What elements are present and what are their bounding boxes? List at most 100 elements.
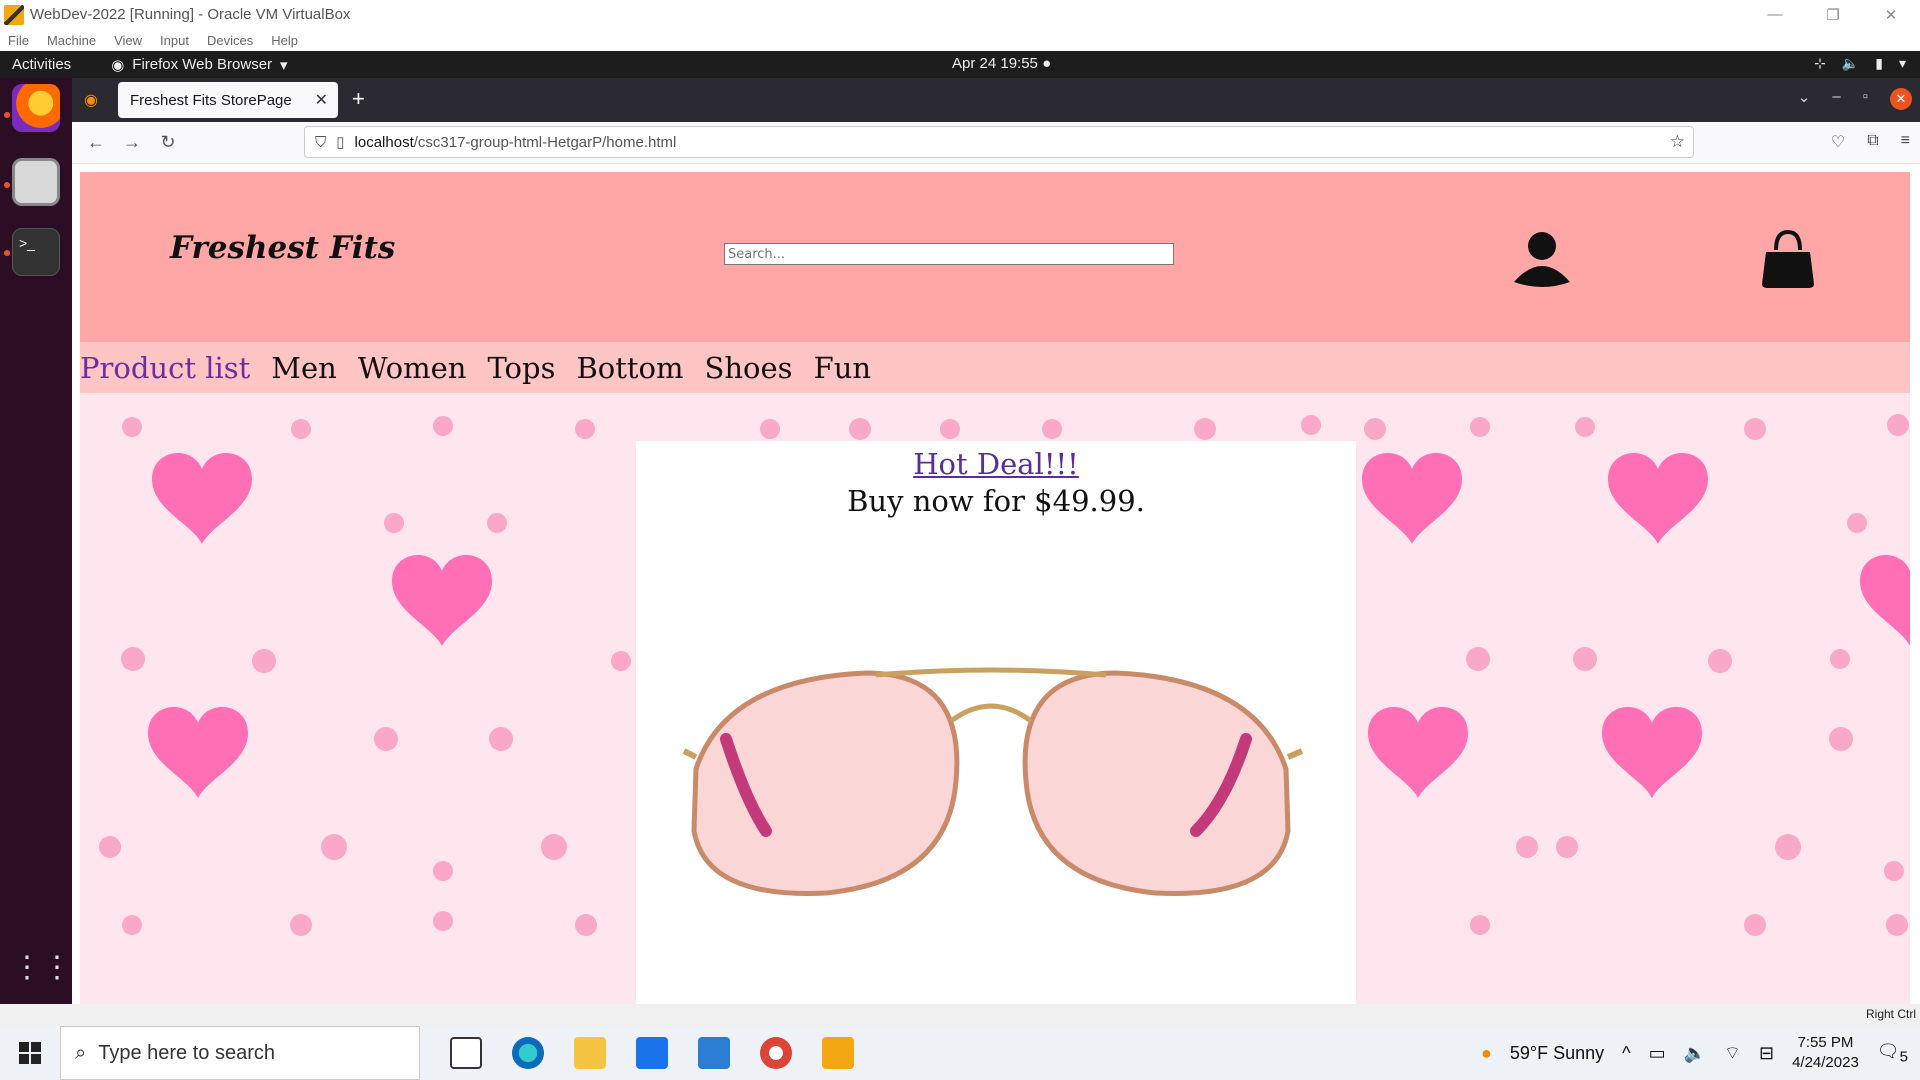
extensions-icon[interactable]: ⧉ xyxy=(1867,132,1878,152)
virtualbox-taskbar-icon[interactable] xyxy=(822,1037,854,1069)
nav-product-list[interactable]: Product list xyxy=(80,351,250,385)
window-title: WebDev-2022 [Running] - Oracle VM Virtua… xyxy=(30,6,351,23)
activities-button[interactable]: Activities xyxy=(12,56,71,73)
volume-icon[interactable]: 🔈 xyxy=(1684,1043,1706,1064)
weather-sun-icon: ● xyxy=(1481,1042,1492,1063)
close-button[interactable]: ✕ xyxy=(1862,0,1920,29)
close-window-icon[interactable]: ✕ xyxy=(1890,88,1912,110)
keyboard-icon[interactable]: ⊟ xyxy=(1759,1043,1774,1064)
weather-label[interactable]: 59°F Sunny xyxy=(1510,1043,1604,1064)
windows-tray: ● 59°F Sunny ^ ▭ 🔈 ⌔ ⊟ 7:55 PM 4/24/2023… xyxy=(1481,1026,1908,1080)
nav-bottom[interactable]: Bottom xyxy=(576,351,683,385)
files-icon[interactable] xyxy=(12,158,60,206)
windows-logo-icon xyxy=(19,1042,41,1064)
hot-deal-card: Hot Deal!!! Buy now for $49.99. xyxy=(636,441,1356,1004)
taskbar-main: ⌕ Type here to search ● 59°F Sunny ^ ▭ 🔈… xyxy=(0,1026,1920,1080)
nav-men[interactable]: Men xyxy=(271,351,337,385)
site-header: Freshest Fits xyxy=(80,172,1910,342)
url-path: /csc317-group-html-HetgarP/home.html xyxy=(413,133,677,151)
web-page: Freshest Fits Product list Men Women Top… xyxy=(80,172,1910,1004)
tab-bar: ◉ Freshest Fits StorePage ✕ + ⌄ – ▫ ✕ xyxy=(72,78,1920,122)
chevron-down-icon: ▾ xyxy=(1898,55,1906,71)
menu-input[interactable]: Input xyxy=(160,33,189,48)
clock[interactable]: Apr 24 19:55 ● xyxy=(952,55,1051,72)
pinned-apps xyxy=(450,1037,854,1069)
taskbar-date: 4/24/2023 xyxy=(1792,1054,1859,1071)
restore-button[interactable]: ❐ xyxy=(1804,0,1862,29)
hero-background: Hot Deal!!! Buy now for $49.99. xyxy=(80,393,1910,1004)
chrome-icon[interactable] xyxy=(760,1037,792,1069)
page-icon: ▯ xyxy=(336,134,345,151)
running-indicator xyxy=(4,182,10,188)
site-search-input[interactable] xyxy=(724,243,1174,265)
close-tab-icon[interactable]: ✕ xyxy=(315,90,328,110)
edge-icon[interactable] xyxy=(512,1037,544,1069)
category-nav: Product list Men Women Tops Bottom Shoes… xyxy=(80,342,1910,393)
maximize-icon[interactable]: ▫ xyxy=(1863,88,1868,110)
navigation-toolbar: ← → ↻ ⛉ ▯ localhost/csc317-group-html-He… xyxy=(72,122,1920,164)
firefox-icon[interactable] xyxy=(12,84,60,132)
running-indicator xyxy=(4,250,10,256)
shield-icon: ⛉ xyxy=(315,133,327,151)
show-apps-icon[interactable]: ⋮⋮⋮ xyxy=(12,944,102,992)
terminal-icon[interactable]: >_ xyxy=(12,228,60,276)
nav-tops[interactable]: Tops xyxy=(487,351,555,385)
task-view-icon[interactable] xyxy=(450,1037,482,1069)
windows-taskbar: Right Ctrl ⌕ Type here to search ● 59°F … xyxy=(0,1004,1920,1080)
bookmark-star-icon[interactable]: ☆ xyxy=(1670,132,1685,152)
virtualbox-menu-bar: File Machine View Input Devices Help xyxy=(0,29,1920,51)
browser-window-controls: ⌄ – ▫ ✕ xyxy=(1798,88,1912,110)
battery-icon[interactable]: ▭ xyxy=(1649,1043,1666,1064)
virtualbox-status-bar: Right Ctrl xyxy=(0,1004,1920,1026)
shopping-bag-icon[interactable] xyxy=(1758,230,1818,290)
url-bar[interactable]: ⛉ ▯ localhost/csc317-group-html-HetgarP/… xyxy=(304,126,1694,158)
pocket-icon[interactable]: ♡ xyxy=(1831,132,1845,152)
file-explorer-icon[interactable] xyxy=(574,1037,606,1069)
menu-view[interactable]: View xyxy=(114,33,142,48)
menu-machine[interactable]: Machine xyxy=(47,33,96,48)
virtualbox-icon xyxy=(4,4,24,25)
running-indicator xyxy=(4,112,10,118)
firefox-view-icon[interactable]: ◉ xyxy=(84,90,98,110)
new-tab-button[interactable]: + xyxy=(352,86,365,112)
chevron-up-icon[interactable]: ^ xyxy=(1622,1043,1630,1064)
wifi-icon[interactable]: ⌔ xyxy=(1724,1042,1741,1065)
window-controls: — ❐ ✕ xyxy=(1746,0,1920,29)
network-icon: ⊹ xyxy=(1814,55,1826,71)
virtualbox-title-bar: WebDev-2022 [Running] - Oracle VM Virtua… xyxy=(0,0,1920,29)
sunglasses-product-image[interactable] xyxy=(666,661,1316,911)
back-icon[interactable]: ← xyxy=(78,132,114,153)
mail-icon[interactable] xyxy=(698,1037,730,1069)
nav-shoes[interactable]: Shoes xyxy=(705,351,793,385)
menu-file[interactable]: File xyxy=(8,33,29,48)
firefox-small-icon: ◉ xyxy=(111,56,125,74)
ubuntu-dock: >_ ⋮⋮⋮ xyxy=(0,78,102,1004)
notification-count: 5 xyxy=(1899,1048,1908,1066)
firefox-window: ◉ Freshest Fits StorePage ✕ + ⌄ – ▫ ✕ ← … xyxy=(72,78,1920,1004)
hot-deal-link[interactable]: Hot Deal!!! xyxy=(636,447,1356,481)
chevron-down-icon: ▾ xyxy=(280,56,288,74)
notifications-icon[interactable]: 🗨5 xyxy=(1877,1041,1908,1066)
system-tray[interactable]: ⊹ 🔈 ▮ ▾ xyxy=(1814,55,1906,72)
site-brand[interactable]: Freshest Fits xyxy=(170,230,395,266)
nav-women[interactable]: Women xyxy=(358,351,467,385)
taskbar-search[interactable]: ⌕ Type here to search xyxy=(60,1026,420,1080)
volume-icon: 🔈 xyxy=(1841,55,1860,71)
app-menu[interactable]: ◉ Firefox Web Browser ▾ xyxy=(111,56,287,74)
nav-fun[interactable]: Fun xyxy=(814,351,871,385)
menu-devices[interactable]: Devices xyxy=(207,33,253,48)
tab-freshest-fits[interactable]: Freshest Fits StorePage ✕ xyxy=(118,82,338,118)
minimize-icon[interactable]: – xyxy=(1832,88,1840,110)
minimize-button[interactable]: — xyxy=(1746,0,1804,29)
forward-icon[interactable]: → xyxy=(114,132,150,153)
start-button[interactable] xyxy=(0,1042,60,1064)
list-tabs-icon[interactable]: ⌄ xyxy=(1798,88,1811,110)
menu-help[interactable]: Help xyxy=(271,33,298,48)
user-account-icon[interactable] xyxy=(1512,230,1572,290)
clock-label: Apr 24 19:55 xyxy=(952,55,1038,72)
reload-icon[interactable]: ↻ xyxy=(150,132,186,153)
store-icon[interactable] xyxy=(636,1037,668,1069)
menu-icon[interactable]: ≡ xyxy=(1901,132,1910,152)
clock-date[interactable]: 7:55 PM 4/24/2023 xyxy=(1792,1033,1859,1073)
taskbar-time: 7:55 PM xyxy=(1797,1034,1854,1051)
